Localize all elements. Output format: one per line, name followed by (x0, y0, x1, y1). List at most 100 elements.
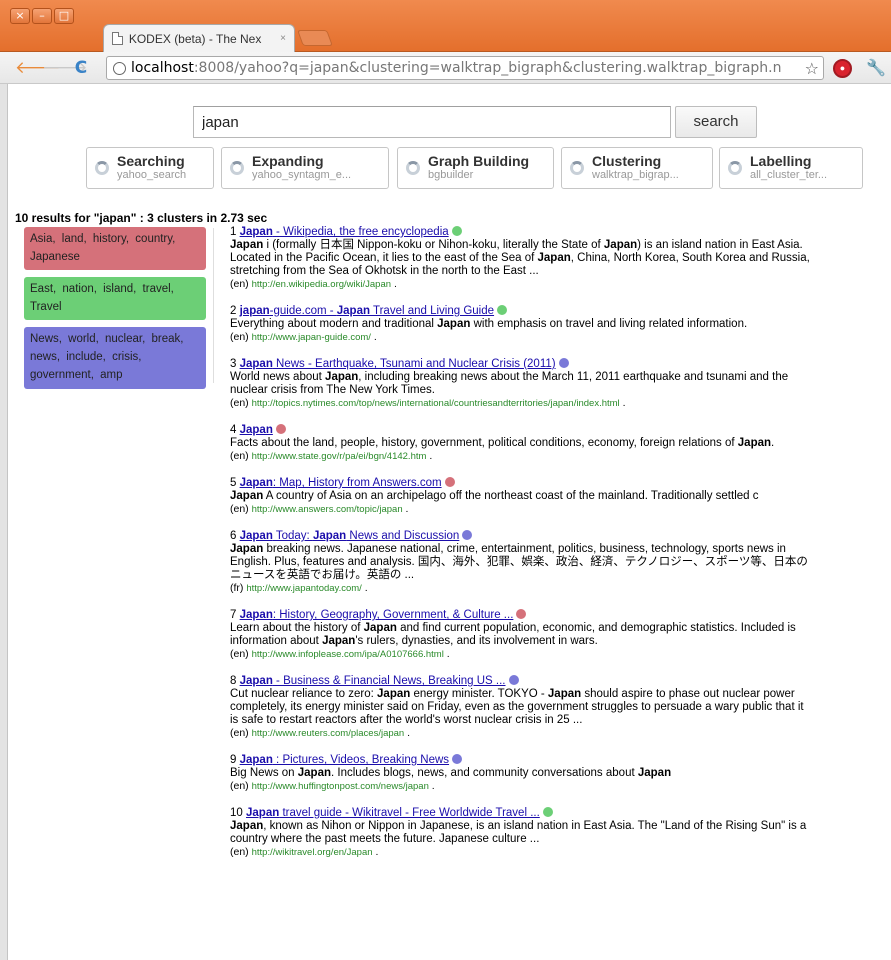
result-url-link[interactable]: http://www.state.gov/r/pa/ei/bgn/4142.ht… (252, 451, 427, 462)
cluster-dot-icon (452, 754, 463, 764)
stage-sub: bgbuilder (428, 169, 474, 181)
cluster-dot-icon (516, 609, 527, 619)
spinner-icon (95, 161, 109, 175)
results-summary: 10 results for "japan" : 3 clusters in 2… (15, 211, 268, 225)
result-number: 4 (230, 424, 237, 436)
result-url-line: (en) http://www.infoplease.com/ipa/A0107… (230, 648, 450, 660)
result-url-link[interactable]: http://www.japan-guide.com/ (252, 332, 371, 343)
result-url-link[interactable]: http://topics.nytimes.com/top/news/inter… (252, 398, 620, 409)
result-title-link[interactable]: Japan travel guide - Wikitravel - Free W… (246, 807, 540, 819)
search-input[interactable] (193, 106, 671, 138)
result-url-link[interactable]: http://www.japantoday.com/ (246, 583, 361, 594)
result-snippet: Learn about the history of Japan and fin… (230, 622, 796, 647)
cluster-dot-icon (508, 675, 519, 685)
result-title-link[interactable]: Japan : Pictures, Videos, Breaking News (240, 754, 449, 766)
search-result: 6 Japan Today: Japan News and Discussion… (230, 530, 810, 595)
search-result: 5 Japan: Map, History from Answers.com Ja… (230, 477, 810, 516)
result-title-link[interactable]: Japan Today: Japan News and Discussion (240, 530, 460, 542)
result-title-link[interactable]: Japan: Map, History from Answers.com (240, 477, 442, 489)
result-number: 3 (230, 358, 237, 370)
address-bar[interactable]: localhost:8008/yahoo?q=japan&clustering=… (106, 56, 824, 80)
result-url-link[interactable]: http://www.reuters.com/places/japan (252, 728, 405, 739)
cluster-list: Asia, land, history, country, Japanese E… (24, 227, 206, 396)
result-title-link[interactable]: Japan (240, 424, 273, 436)
result-url-line: (en) http://www.reuters.com/places/japan… (230, 727, 411, 739)
result-number: 5 (230, 477, 237, 489)
stage-sub: walktrap_bigrap... (592, 169, 679, 181)
cluster-dot-icon (462, 530, 473, 540)
result-snippet: Facts about the land, people, history, g… (230, 437, 775, 449)
search-result: 1 Japan - Wikipedia, the free encycloped… (230, 226, 810, 291)
page-icon (112, 32, 123, 45)
results-list: 1 Japan - Wikipedia, the free encycloped… (230, 226, 810, 859)
spinner-icon (230, 161, 244, 175)
result-url-link[interactable]: http://en.wikipedia.org/wiki/Japan (252, 279, 391, 290)
result-url-line: (fr) http://www.japantoday.com/ . (230, 582, 368, 594)
stage-title: Labelling (750, 153, 812, 169)
new-tab-button[interactable] (297, 30, 333, 46)
result-snippet: Japan i (formally 日本国 Nippon-koku or Nih… (230, 239, 810, 277)
result-lang: (en) (230, 648, 249, 660)
result-url-link[interactable]: http://www.huffingtonpost.com/news/japan (252, 781, 429, 792)
bookmark-star-icon[interactable]: ☆ (802, 59, 819, 78)
result-lang: (en) (230, 727, 249, 739)
result-lang: (fr) (230, 582, 244, 594)
result-url-link[interactable]: http://wikitravel.org/en/Japan (252, 847, 373, 858)
result-header: 9 Japan : Pictures, Videos, Breaking New… (230, 754, 810, 767)
window-left-edge (0, 84, 8, 960)
stage-expanding[interactable]: Expanding yahoo_syntagm_e... (221, 147, 389, 189)
close-window-icon[interactable]: × (10, 8, 30, 24)
cluster-item[interactable]: News, world, nuclear, break, news, inclu… (24, 327, 206, 389)
cluster-item[interactable]: Asia, land, history, country, Japanese (24, 227, 206, 270)
cluster-dot-icon (451, 226, 462, 236)
url-text[interactable]: localhost:8008/yahoo?q=japan&clustering=… (131, 60, 781, 76)
tab-close-icon[interactable]: × (280, 33, 286, 44)
stage-labelling[interactable]: Labelling all_cluster_ter... (719, 147, 863, 189)
stage-graph-building[interactable]: Graph Building bgbuilder (397, 147, 554, 189)
result-lang: (en) (230, 503, 249, 515)
cluster-item[interactable]: East, nation, island, travel, Travel (24, 277, 206, 320)
result-snippet: World news about Japan, including breaki… (230, 371, 789, 396)
stage-sub: all_cluster_ter... (750, 169, 828, 181)
search-button[interactable]: search (675, 106, 757, 138)
search-row: search (193, 106, 757, 138)
stop-sign-icon[interactable]: ● (833, 59, 852, 78)
browser-titlebar: × – □ KODEX (beta) - The Nex × (0, 0, 891, 52)
spinner-icon (728, 161, 742, 175)
result-url-link[interactable]: http://www.answers.com/topic/japan (252, 504, 403, 515)
minimize-window-icon[interactable]: – (32, 8, 52, 24)
browser-tab[interactable]: KODEX (beta) - The Nex × (103, 24, 295, 52)
wrench-icon[interactable]: 🔧 (866, 58, 886, 77)
result-snippet: Japan A country of Asia on an archipelag… (230, 490, 759, 502)
back-arrow-icon[interactable]: 🡐 (15, 57, 61, 79)
result-number: 9 (230, 754, 237, 766)
stage-searching[interactable]: Searching yahoo_search (86, 147, 214, 189)
stage-clustering[interactable]: Clustering walktrap_bigrap... (561, 147, 713, 189)
cluster-dot-icon (444, 477, 455, 487)
reload-icon[interactable]: C (70, 57, 92, 79)
result-title-link[interactable]: japan-guide.com - Japan Travel and Livin… (240, 305, 494, 317)
result-url-link[interactable]: http://www.infoplease.com/ipa/A0107666.h… (252, 649, 444, 660)
result-number: 10 (230, 807, 243, 819)
result-header: 5 Japan: Map, History from Answers.com (230, 477, 810, 490)
result-url-line: (en) http://www.answers.com/topic/japan … (230, 503, 409, 515)
maximize-window-icon[interactable]: □ (54, 8, 74, 24)
search-result: 7 Japan: History, Geography, Government,… (230, 609, 810, 661)
result-snippet: Big News on Japan. Includes blogs, news,… (230, 767, 672, 779)
result-url-line: (en) http://www.huffingtonpost.com/news/… (230, 780, 435, 792)
result-snippet: Japan breaking news. Japanese national, … (230, 543, 808, 581)
window-controls: × – □ (10, 8, 76, 24)
result-title-link[interactable]: Japan - Business & Financial News, Break… (240, 675, 506, 687)
result-number: 8 (230, 675, 237, 687)
result-title-link[interactable]: Japan News - Earthquake, Tsunami and Nuc… (240, 358, 556, 370)
result-header: 1 Japan - Wikipedia, the free encycloped… (230, 226, 810, 239)
result-url-line: (en) http://www.japan-guide.com/ . (230, 331, 377, 343)
stage-title: Expanding (252, 153, 324, 169)
result-title-link[interactable]: Japan - Wikipedia, the free encyclopedia (240, 226, 449, 238)
result-lang: (en) (230, 331, 249, 343)
forward-arrow-icon[interactable]: 🡒 (42, 57, 88, 79)
result-lang: (en) (230, 846, 249, 858)
result-lang: (en) (230, 450, 249, 462)
result-header: 3 Japan News - Earthquake, Tsunami and N… (230, 358, 810, 371)
result-title-link[interactable]: Japan: History, Geography, Government, &… (240, 609, 514, 621)
